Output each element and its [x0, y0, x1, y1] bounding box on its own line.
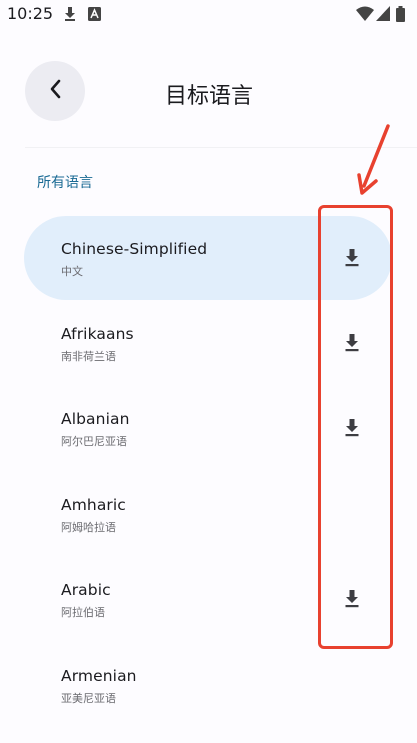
status-time: 10:25 [7, 4, 54, 23]
page-title-text: 目标语言 [164, 84, 253, 109]
battery-icon [396, 6, 405, 26]
app-notification-icon [88, 6, 101, 25]
status-bar: 10:25 [0, 0, 417, 30]
download-icon [63, 6, 77, 26]
section-label-all-languages: 所有语言 [37, 175, 93, 191]
language-item-armenian[interactable]: Armenian 亚美尼亚语 [24, 643, 392, 727]
language-name: Amharic [61, 496, 126, 514]
language-native-name: 南非荷兰语 [61, 350, 116, 363]
annotation-arrow-icon [357, 124, 390, 195]
language-name: Afrikaans [61, 325, 134, 343]
language-native-name: 阿尔巴尼亚语 [61, 435, 127, 448]
language-name: Arabic [61, 581, 111, 599]
language-name: Chinese-Simplified [61, 240, 208, 258]
language-native-name: 中文 [61, 265, 83, 278]
screen: 10:25 目标语言 所有语言 Chinese-Simplified 中文 Af… [0, 0, 417, 743]
annotation-highlight-box [318, 205, 393, 649]
language-name: Armenian [61, 667, 137, 685]
language-native-name: 阿拉伯语 [61, 606, 105, 619]
language-native-name: 亚美尼亚语 [61, 692, 116, 705]
page-title: 目标语言 [0, 78, 417, 110]
wifi-icon [356, 6, 374, 25]
language-native-name: 阿姆哈拉语 [61, 521, 116, 534]
signal-icon [376, 6, 390, 25]
language-name: Albanian [61, 410, 130, 428]
